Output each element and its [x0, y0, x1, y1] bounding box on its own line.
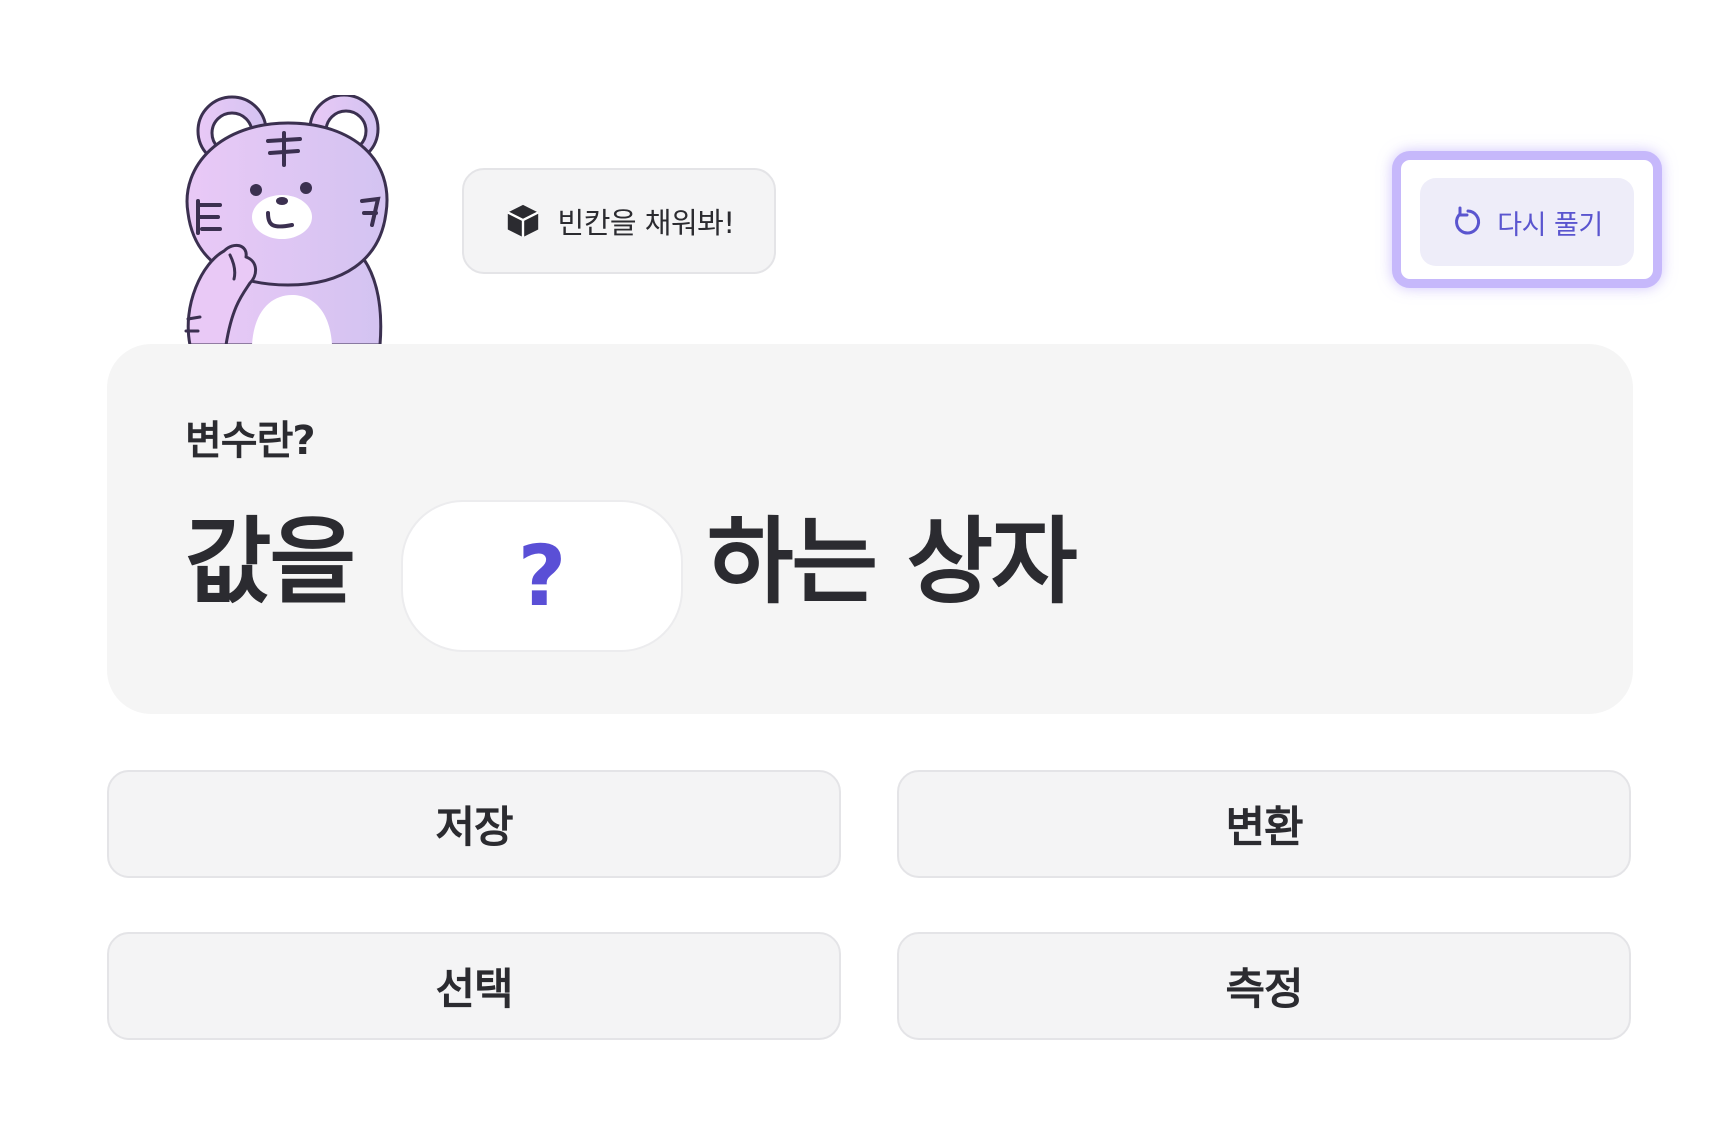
refresh-icon — [1455, 206, 1481, 235]
question-card: 변수란? 값을 ? 하는 상자 — [107, 344, 1633, 714]
choice-button-convert[interactable]: 변환 — [897, 770, 1631, 878]
blank-slot[interactable]: ? — [401, 500, 683, 652]
choice-button-store[interactable]: 저장 — [107, 770, 841, 878]
question-title: 변수란? — [185, 418, 316, 464]
hint-chip: 빈칸을 채워봐! — [462, 168, 776, 274]
choice-button-measure[interactable]: 측정 — [897, 932, 1631, 1040]
blank-question-mark: ? — [517, 527, 567, 625]
cube-icon — [506, 204, 539, 238]
sentence-after: 하는 상자 — [707, 508, 1078, 617]
sentence-before: 값을 — [185, 508, 356, 617]
retry-button[interactable]: 다시 풀기 — [1420, 178, 1634, 266]
choice-button-select[interactable]: 선택 — [107, 932, 841, 1040]
hint-text: 빈칸을 채워봐! — [557, 206, 735, 240]
retry-label: 다시 풀기 — [1497, 209, 1603, 241]
tiger-mascot-icon — [184, 95, 389, 345]
